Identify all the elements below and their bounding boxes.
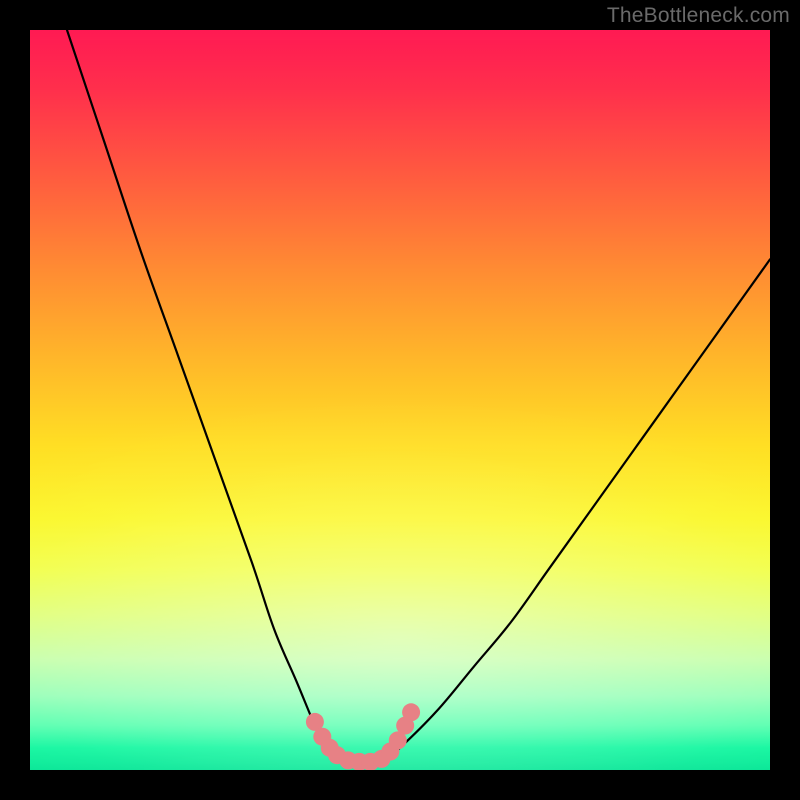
main-curve	[67, 30, 770, 763]
highlight-marker	[402, 703, 420, 721]
curve-layer	[30, 30, 770, 770]
plot-area	[30, 30, 770, 770]
watermark-text: TheBottleneck.com	[607, 4, 790, 28]
chart-frame: TheBottleneck.com	[0, 0, 800, 800]
highlight-markers	[306, 703, 420, 770]
